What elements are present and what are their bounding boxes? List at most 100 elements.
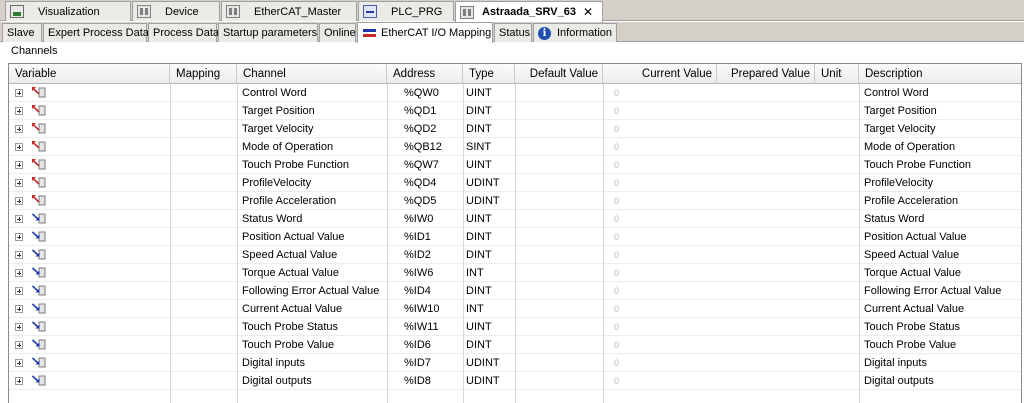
type-value: DINT — [466, 231, 492, 243]
column-header-type[interactable]: Type — [463, 64, 515, 84]
address-value: %QW0 — [404, 87, 439, 99]
device-editor-tab-bar: Slave Expert Process Data Process Data S… — [0, 22, 1024, 43]
type-value: DINT — [466, 285, 492, 297]
address-value: %QW7 — [404, 159, 439, 171]
column-header-channel[interactable]: Channel — [237, 64, 387, 84]
type-value: INT — [466, 267, 484, 279]
current-value: 0 — [614, 88, 620, 98]
channel-name: Following Error Actual Value — [242, 285, 380, 297]
expand-plus-icon[interactable] — [15, 179, 23, 187]
type-value: DINT — [466, 123, 492, 135]
tab-label: Slave — [7, 27, 35, 39]
expand-plus-icon[interactable] — [15, 143, 23, 151]
device-icon — [226, 5, 240, 18]
table-header: Variable Mapping Channel Address Type De… — [9, 64, 1021, 84]
current-value: 0 — [614, 304, 620, 314]
input-channel-icon — [32, 267, 46, 278]
input-channel-icon — [32, 213, 46, 224]
tab-status[interactable]: Status — [494, 23, 532, 42]
channel-name: Touch Probe Status — [242, 321, 339, 333]
tab-visualization[interactable]: Visualization — [5, 1, 131, 21]
expand-plus-icon[interactable] — [15, 215, 23, 223]
expand-plus-icon[interactable] — [15, 89, 23, 97]
io-mapping-icon — [363, 29, 376, 37]
description-value: Following Error Actual Value — [864, 285, 1002, 297]
address-value: %ID2 — [404, 249, 431, 261]
input-channel-icon — [32, 339, 46, 350]
description-value: Profile Acceleration — [864, 195, 959, 207]
address-value: %QD2 — [404, 123, 437, 135]
address-value: %QD4 — [404, 177, 437, 189]
description-value: Torque Actual Value — [864, 267, 962, 279]
tab-astraada-srv-63[interactable]: Astraada_SRV_63 ✕ — [455, 1, 603, 22]
expand-plus-icon[interactable] — [15, 197, 23, 205]
column-header-unit[interactable]: Unit — [815, 64, 859, 84]
tab-device[interactable]: Device — [132, 1, 220, 21]
close-icon[interactable]: ✕ — [583, 5, 593, 19]
column-header-current-value[interactable]: Current Value — [603, 64, 717, 84]
expand-plus-icon[interactable] — [15, 251, 23, 259]
expand-plus-icon[interactable] — [15, 377, 23, 385]
tab-slave[interactable]: Slave — [2, 23, 42, 42]
channel-name: Target Velocity — [242, 123, 314, 135]
description-value: Touch Probe Value — [864, 339, 957, 351]
channel-name: Status Word — [242, 213, 303, 225]
tab-label: Expert Process Data — [48, 27, 149, 39]
expand-plus-icon[interactable] — [15, 287, 23, 295]
expand-plus-icon[interactable] — [15, 125, 23, 133]
expand-plus-icon[interactable] — [15, 161, 23, 169]
description-value: Current Actual Value — [864, 303, 965, 315]
column-header-mapping[interactable]: Mapping — [170, 64, 237, 84]
expand-plus-icon[interactable] — [15, 269, 23, 277]
current-value: 0 — [614, 178, 620, 188]
input-channel-icon — [32, 321, 46, 332]
channel-name: Position Actual Value — [242, 231, 345, 243]
type-value: UDINT — [466, 375, 500, 387]
current-value: 0 — [614, 196, 620, 206]
tab-label: Device — [165, 5, 199, 18]
column-divider — [603, 84, 604, 403]
tab-process-data[interactable]: Process Data — [148, 23, 219, 42]
channel-name: Mode of Operation — [242, 141, 334, 153]
column-header-variable[interactable]: Variable — [9, 64, 170, 84]
description-value: Target Velocity — [864, 123, 936, 135]
tab-label: Status — [499, 27, 531, 39]
address-value: %ID1 — [404, 231, 431, 243]
input-channel-icon — [32, 231, 46, 242]
column-divider — [170, 84, 171, 403]
tab-ethercat-io-mapping[interactable]: EtherCAT I/O Mapping — [357, 22, 493, 43]
tab-startup-parameters[interactable]: Startup parameters — [218, 23, 318, 42]
tab-information[interactable]: i Information — [533, 23, 617, 42]
column-header-address[interactable]: Address — [387, 64, 463, 84]
expand-plus-icon[interactable] — [15, 341, 23, 349]
column-divider — [859, 84, 860, 403]
address-value: %IW10 — [404, 303, 440, 315]
current-value: 0 — [614, 250, 620, 260]
expand-plus-icon[interactable] — [15, 359, 23, 367]
current-value: 0 — [614, 160, 620, 170]
output-channel-icon — [32, 87, 46, 98]
type-value: UDINT — [466, 177, 500, 189]
address-value: %ID6 — [404, 339, 431, 351]
tab-label: Visualization — [38, 5, 100, 18]
type-value: DINT — [466, 249, 492, 261]
expand-plus-icon[interactable] — [15, 323, 23, 331]
description-value: Mode of Operation — [864, 141, 956, 153]
output-channel-icon — [32, 105, 46, 116]
channel-name: Current Actual Value — [242, 303, 343, 315]
expand-plus-icon[interactable] — [15, 233, 23, 241]
tab-online[interactable]: Online — [319, 23, 356, 42]
description-value: Target Position — [864, 105, 937, 117]
address-value: %ID8 — [404, 375, 431, 387]
column-header-prepared-value[interactable]: Prepared Value — [717, 64, 815, 84]
column-header-description[interactable]: Description — [859, 64, 1021, 84]
tab-ethercat-master[interactable]: EtherCAT_Master — [221, 1, 357, 21]
description-value: Speed Actual Value — [864, 249, 960, 261]
expand-plus-icon[interactable] — [15, 107, 23, 115]
tab-plc-prg[interactable]: PLC_PRG — [358, 1, 454, 21]
expand-plus-icon[interactable] — [15, 305, 23, 313]
tab-expert-process-data[interactable]: Expert Process Data — [43, 23, 149, 42]
description-value: Touch Probe Status — [864, 321, 961, 333]
column-header-default-value[interactable]: Default Value — [515, 64, 603, 84]
type-value: SINT — [466, 141, 492, 153]
